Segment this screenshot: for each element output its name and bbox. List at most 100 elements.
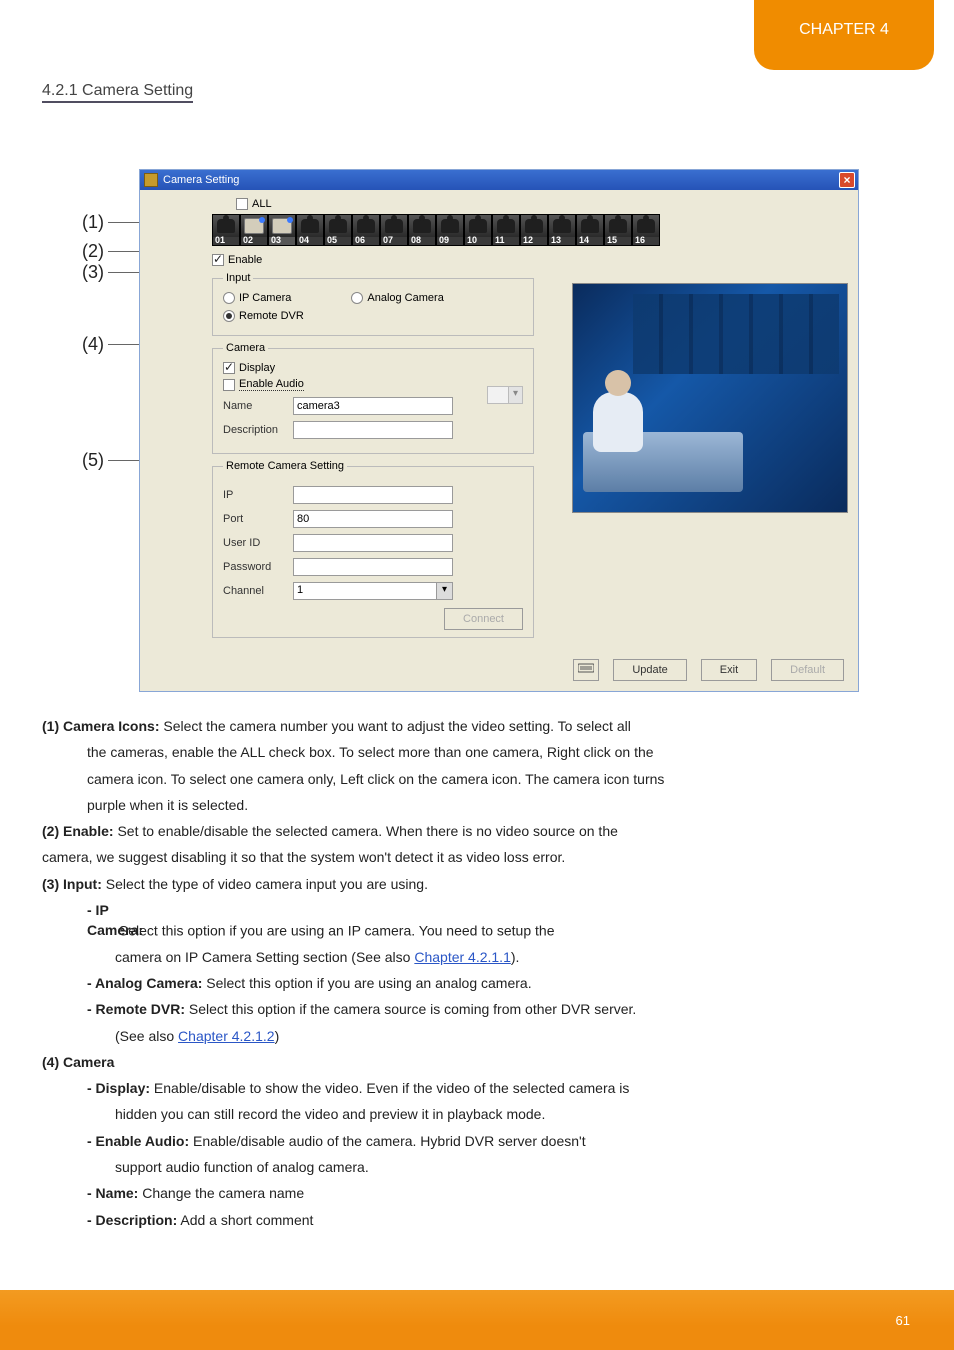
window-titlebar: Camera Setting × <box>140 170 858 190</box>
audio-select[interactable]: ▾ <box>487 386 523 404</box>
enable-audio-lead: - Enable Audio: <box>87 1133 189 1149</box>
link-4-2-1-2[interactable]: Chapter 4.2.1.2 <box>178 1028 275 1044</box>
camera-tile-13[interactable]: 13 <box>548 214 576 246</box>
display-checkbox[interactable] <box>223 362 235 374</box>
name-input[interactable] <box>293 397 453 415</box>
camera-tile-02[interactable]: 02 <box>240 214 268 246</box>
enable-audio-checkbox[interactable] <box>223 379 235 391</box>
password-label: Password <box>223 561 293 573</box>
desc-tail: Add a short comment <box>177 1212 313 1228</box>
item-1-text: Select the camera number you want to adj… <box>159 718 630 734</box>
radio-analog-camera[interactable]: Analog Camera <box>351 292 443 304</box>
item-3-lead: (3) Input: <box>42 876 102 892</box>
document-body: (1) Camera Icons: Select the camera numb… <box>42 716 912 1236</box>
keyboard-icon <box>578 662 594 674</box>
camera-tile-16[interactable]: 16 <box>632 214 660 246</box>
camera-tile-15[interactable]: 15 <box>604 214 632 246</box>
description-label: Description <box>223 424 293 436</box>
enable-row: Enable <box>212 254 858 266</box>
window-title: Camera Setting <box>163 174 239 186</box>
ip-camera-lead: - IP Camera: <box>87 900 115 941</box>
display-tail-b: hidden you can still record the video an… <box>42 1104 912 1124</box>
update-button[interactable]: Update <box>613 659 686 681</box>
analog-camera-tail: Select this option if you are using an a… <box>202 975 531 991</box>
ip-label: IP <box>223 489 293 501</box>
display-label: Display <box>239 362 275 374</box>
connect-button[interactable]: Connect <box>444 608 523 630</box>
item-3-text: Select the type of video camera input yo… <box>102 876 428 892</box>
item-2-lead: (2) Enable: <box>42 823 114 839</box>
camera-tile-07[interactable]: 07 <box>380 214 408 246</box>
display-lead: - Display: <box>87 1080 150 1096</box>
camera-tile-12[interactable]: 12 <box>520 214 548 246</box>
section-title: 4.2.1 Camera Setting <box>42 82 193 103</box>
preview-pane <box>572 283 848 513</box>
camera-setting-window: Camera Setting × ALL 01 02 03 04 05 06 0… <box>139 169 859 692</box>
name-tail: Change the camera name <box>138 1185 304 1201</box>
camera-tile-03[interactable]: 03 <box>268 214 296 246</box>
channel-label: Channel <box>223 585 293 597</box>
enable-audio-label: Enable Audio <box>239 378 304 391</box>
desc-lead: - Description: <box>87 1212 177 1228</box>
page-number: 61 <box>896 1313 910 1328</box>
item-4-lead: (4) Camera <box>42 1054 114 1070</box>
callout-1: (1) <box>82 212 104 233</box>
enable-label: Enable <box>228 254 262 266</box>
name-lead: - Name: <box>87 1185 138 1201</box>
keyboard-icon-button[interactable] <box>573 659 599 681</box>
page-footer <box>0 1290 954 1350</box>
all-checkbox-row: ALL <box>236 198 858 210</box>
close-button[interactable]: × <box>839 172 855 188</box>
camera-legend: Camera <box>223 342 268 354</box>
enable-checkbox[interactable] <box>212 254 224 266</box>
camera-tile-08[interactable]: 08 <box>408 214 436 246</box>
camera-tile-11[interactable]: 11 <box>492 214 520 246</box>
default-button[interactable]: Default <box>771 659 844 681</box>
remote-dvr-lead: - Remote DVR: <box>87 1001 185 1017</box>
exit-button[interactable]: Exit <box>701 659 757 681</box>
camera-tile-05[interactable]: 05 <box>324 214 352 246</box>
link-4-2-1-1[interactable]: Chapter 4.2.1.1 <box>414 949 511 965</box>
ip-input[interactable] <box>293 486 453 504</box>
camera-tile-01[interactable]: 01 <box>212 214 240 246</box>
chevron-down-icon: ▾ <box>508 387 522 403</box>
callout-2: (2) <box>82 241 104 262</box>
item-1-text-d: purple when it is selected. <box>42 795 912 815</box>
display-tail: Enable/disable to show the video. Even i… <box>150 1080 629 1096</box>
all-checkbox[interactable] <box>236 198 248 210</box>
radio-ip-camera[interactable]: IP Camera <box>223 292 291 304</box>
camera-tile-10[interactable]: 10 <box>464 214 492 246</box>
callout-4: (4) <box>82 334 104 355</box>
analog-camera-lead: - Analog Camera: <box>87 975 202 991</box>
input-group: Input IP Camera Analog Camera Remote DVR <box>212 272 534 336</box>
camera-tile-06[interactable]: 06 <box>352 214 380 246</box>
callout-3: (3) <box>82 262 104 283</box>
radio-remote-dvr[interactable]: Remote DVR <box>223 310 304 322</box>
password-input[interactable] <box>293 558 453 576</box>
remote-dvr-tail-b: (See also <box>115 1028 178 1044</box>
camera-tile-14[interactable]: 14 <box>576 214 604 246</box>
port-label: Port <box>223 513 293 525</box>
camera-icons-row: 01 02 03 04 05 06 07 08 09 10 11 12 13 1… <box>212 214 858 246</box>
ip-camera-tail-a: Select this option if you are using an I… <box>115 922 554 938</box>
chevron-down-icon: ▾ <box>436 583 452 599</box>
user-id-label: User ID <box>223 537 293 549</box>
all-label: ALL <box>252 198 272 210</box>
description-input[interactable] <box>293 421 453 439</box>
callout-5: (5) <box>82 450 104 471</box>
item-2-text: Set to enable/disable the selected camer… <box>114 823 618 839</box>
ip-camera-tail-b: camera on IP Camera Setting section (See… <box>115 949 414 965</box>
camera-tile-09[interactable]: 09 <box>436 214 464 246</box>
camera-tile-04[interactable]: 04 <box>296 214 324 246</box>
user-id-input[interactable] <box>293 534 453 552</box>
item-2-text-b: camera, we suggest disabling it so that … <box>42 847 912 867</box>
port-input[interactable] <box>293 510 453 528</box>
item-1-text-c: camera icon. To select one camera only, … <box>42 769 912 789</box>
window-footer: Update Exit Default <box>573 659 844 681</box>
remote-legend: Remote Camera Setting <box>223 460 347 472</box>
name-label: Name <box>223 400 293 412</box>
remote-dvr-tail-c: ) <box>275 1028 280 1044</box>
channel-select[interactable]: 1 ▾ <box>293 582 453 600</box>
remote-dvr-tail-a: Select this option if the camera source … <box>185 1001 636 1017</box>
item-1-lead: (1) Camera Icons: <box>42 718 159 734</box>
